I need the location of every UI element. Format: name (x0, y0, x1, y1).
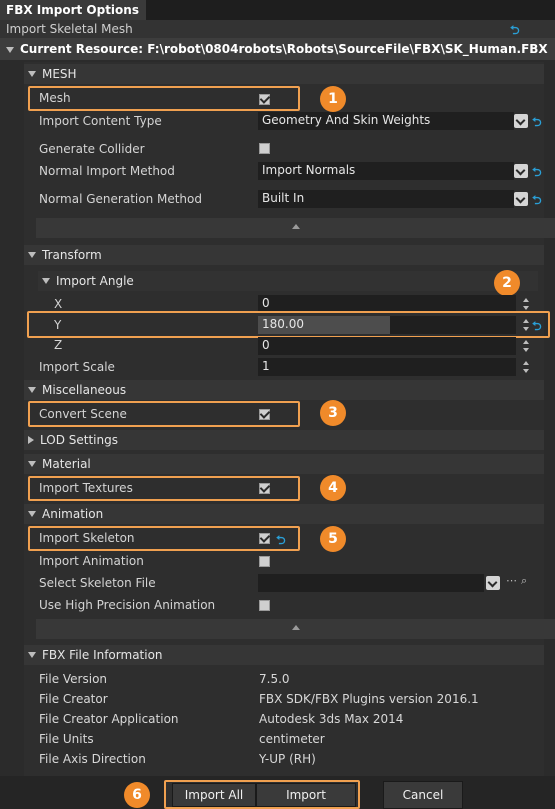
search-icon[interactable]: ⌕ (521, 574, 527, 588)
panel-subtitle: Import Skeletal Mesh (0, 20, 555, 38)
section-lod-settings[interactable]: LOD Settings (24, 430, 544, 450)
step-badge-3: 3 (320, 400, 346, 426)
reset-icon[interactable]: ⮌ (532, 113, 542, 134)
reset-icon[interactable]: ⮌ (532, 191, 542, 212)
generate-collider-checkbox[interactable] (259, 143, 270, 154)
section-fbx-info-title: FBX File Information (42, 648, 163, 662)
section-animation-title: Animation (42, 507, 104, 521)
normal-generation-method-select[interactable]: Built In (258, 190, 514, 208)
tab-fbx-import-options[interactable]: FBX Import Options (0, 0, 146, 20)
file-creator-label: File Creator (39, 692, 108, 706)
current-resource-header[interactable]: Current Resource: F:\robot\0804robots\Ro… (0, 38, 555, 60)
file-creator-value: FBX SDK/FBX Plugins version 2016.1 (259, 692, 479, 706)
step-badge-5: 5 (320, 526, 346, 552)
file-creator-application-value: Autodesk 3ds Max 2014 (259, 712, 404, 726)
highlight-box-2 (27, 311, 550, 338)
highlight-box-3 (28, 401, 300, 427)
file-axis-direction-label: File Axis Direction (39, 752, 146, 766)
reset-icon[interactable]: ⮌ (532, 163, 542, 184)
import-all-button[interactable]: Import All (172, 783, 256, 807)
chevron-down-icon[interactable] (514, 114, 528, 128)
section-import-angle-title: Import Angle (56, 274, 134, 288)
collapse-icon (28, 387, 36, 393)
chevron-up-icon (292, 224, 300, 229)
import-content-type-label: Import Content Type (39, 114, 162, 128)
import-scale-spinner[interactable] (522, 360, 530, 374)
z-label: Z (54, 338, 63, 352)
section-transform[interactable]: Transform (24, 245, 544, 265)
step-badge-6: 6 (124, 782, 150, 808)
section-lod-settings-title: LOD Settings (40, 433, 118, 447)
collapse-icon (28, 652, 36, 658)
import-animation-checkbox[interactable] (259, 556, 270, 567)
z-input[interactable]: 0 (258, 337, 516, 355)
high-precision-label: Use High Precision Animation (39, 598, 216, 612)
expand-icon (28, 436, 34, 444)
chevron-down-icon[interactable] (486, 576, 500, 590)
collapse-icon (28, 71, 36, 77)
step-badge-2: 2 (494, 270, 520, 296)
section-mesh-title: MESH (42, 67, 77, 81)
section-miscellaneous[interactable]: Miscellaneous (24, 380, 544, 400)
chevron-down-icon[interactable] (514, 192, 528, 206)
step-badge-1: 1 (320, 86, 346, 112)
collapse-icon (28, 511, 36, 517)
collapse-icon (6, 47, 14, 53)
section-material-title: Material (42, 457, 91, 471)
normal-import-method-label: Normal Import Method (39, 164, 175, 178)
cancel-button[interactable]: Cancel (383, 781, 463, 809)
chevron-down-icon[interactable] (514, 164, 528, 178)
section-transform-title: Transform (42, 248, 102, 262)
import-animation-label: Import Animation (39, 554, 144, 568)
highlight-box-1 (28, 86, 300, 111)
z-spinner[interactable] (522, 339, 530, 353)
highlight-box-4 (28, 476, 300, 501)
collapse-mesh-button[interactable] (36, 218, 555, 238)
import-content-type-select[interactable]: Geometry And Skin Weights (258, 112, 514, 130)
file-axis-direction-value: Y-UP (RH) (259, 752, 316, 766)
section-material[interactable]: Material (24, 454, 544, 474)
normal-import-method-select[interactable]: Import Normals (258, 162, 514, 180)
import-button[interactable]: Import (256, 783, 356, 807)
section-import-angle[interactable]: Import Angle (38, 271, 538, 291)
collapse-animation-button[interactable] (36, 619, 555, 639)
import-scale-input[interactable]: 1 (258, 358, 516, 376)
collapse-icon (28, 252, 36, 258)
chevron-up-icon (292, 625, 300, 630)
section-miscellaneous-title: Miscellaneous (42, 383, 127, 397)
generate-collider-label: Generate Collider (39, 142, 145, 156)
step-badge-4: 4 (320, 475, 346, 501)
import-scale-label: Import Scale (39, 360, 115, 374)
select-skeleton-file-label: Select Skeleton File (39, 576, 156, 590)
current-resource-path: Current Resource: F:\robot\0804robots\Ro… (20, 42, 548, 56)
file-creator-application-label: File Creator Application (39, 712, 179, 726)
file-version-value: 7.5.0 (259, 672, 290, 686)
select-skeleton-file-select[interactable] (258, 574, 484, 592)
file-units-label: File Units (39, 732, 94, 746)
file-units-value: centimeter (259, 732, 325, 746)
section-animation[interactable]: Animation (24, 504, 544, 524)
collapse-icon (42, 278, 50, 284)
x-spinner[interactable] (522, 297, 530, 311)
file-version-label: File Version (39, 672, 108, 686)
highlight-box-5 (28, 526, 300, 551)
x-label: X (54, 297, 63, 311)
section-mesh[interactable]: MESH (24, 64, 544, 84)
collapse-icon (28, 461, 36, 467)
section-fbx-file-information[interactable]: FBX File Information (24, 645, 544, 665)
normal-generation-method-label: Normal Generation Method (39, 192, 202, 206)
more-options-icon[interactable]: ⋯ (506, 574, 517, 587)
high-precision-checkbox[interactable] (259, 600, 270, 611)
